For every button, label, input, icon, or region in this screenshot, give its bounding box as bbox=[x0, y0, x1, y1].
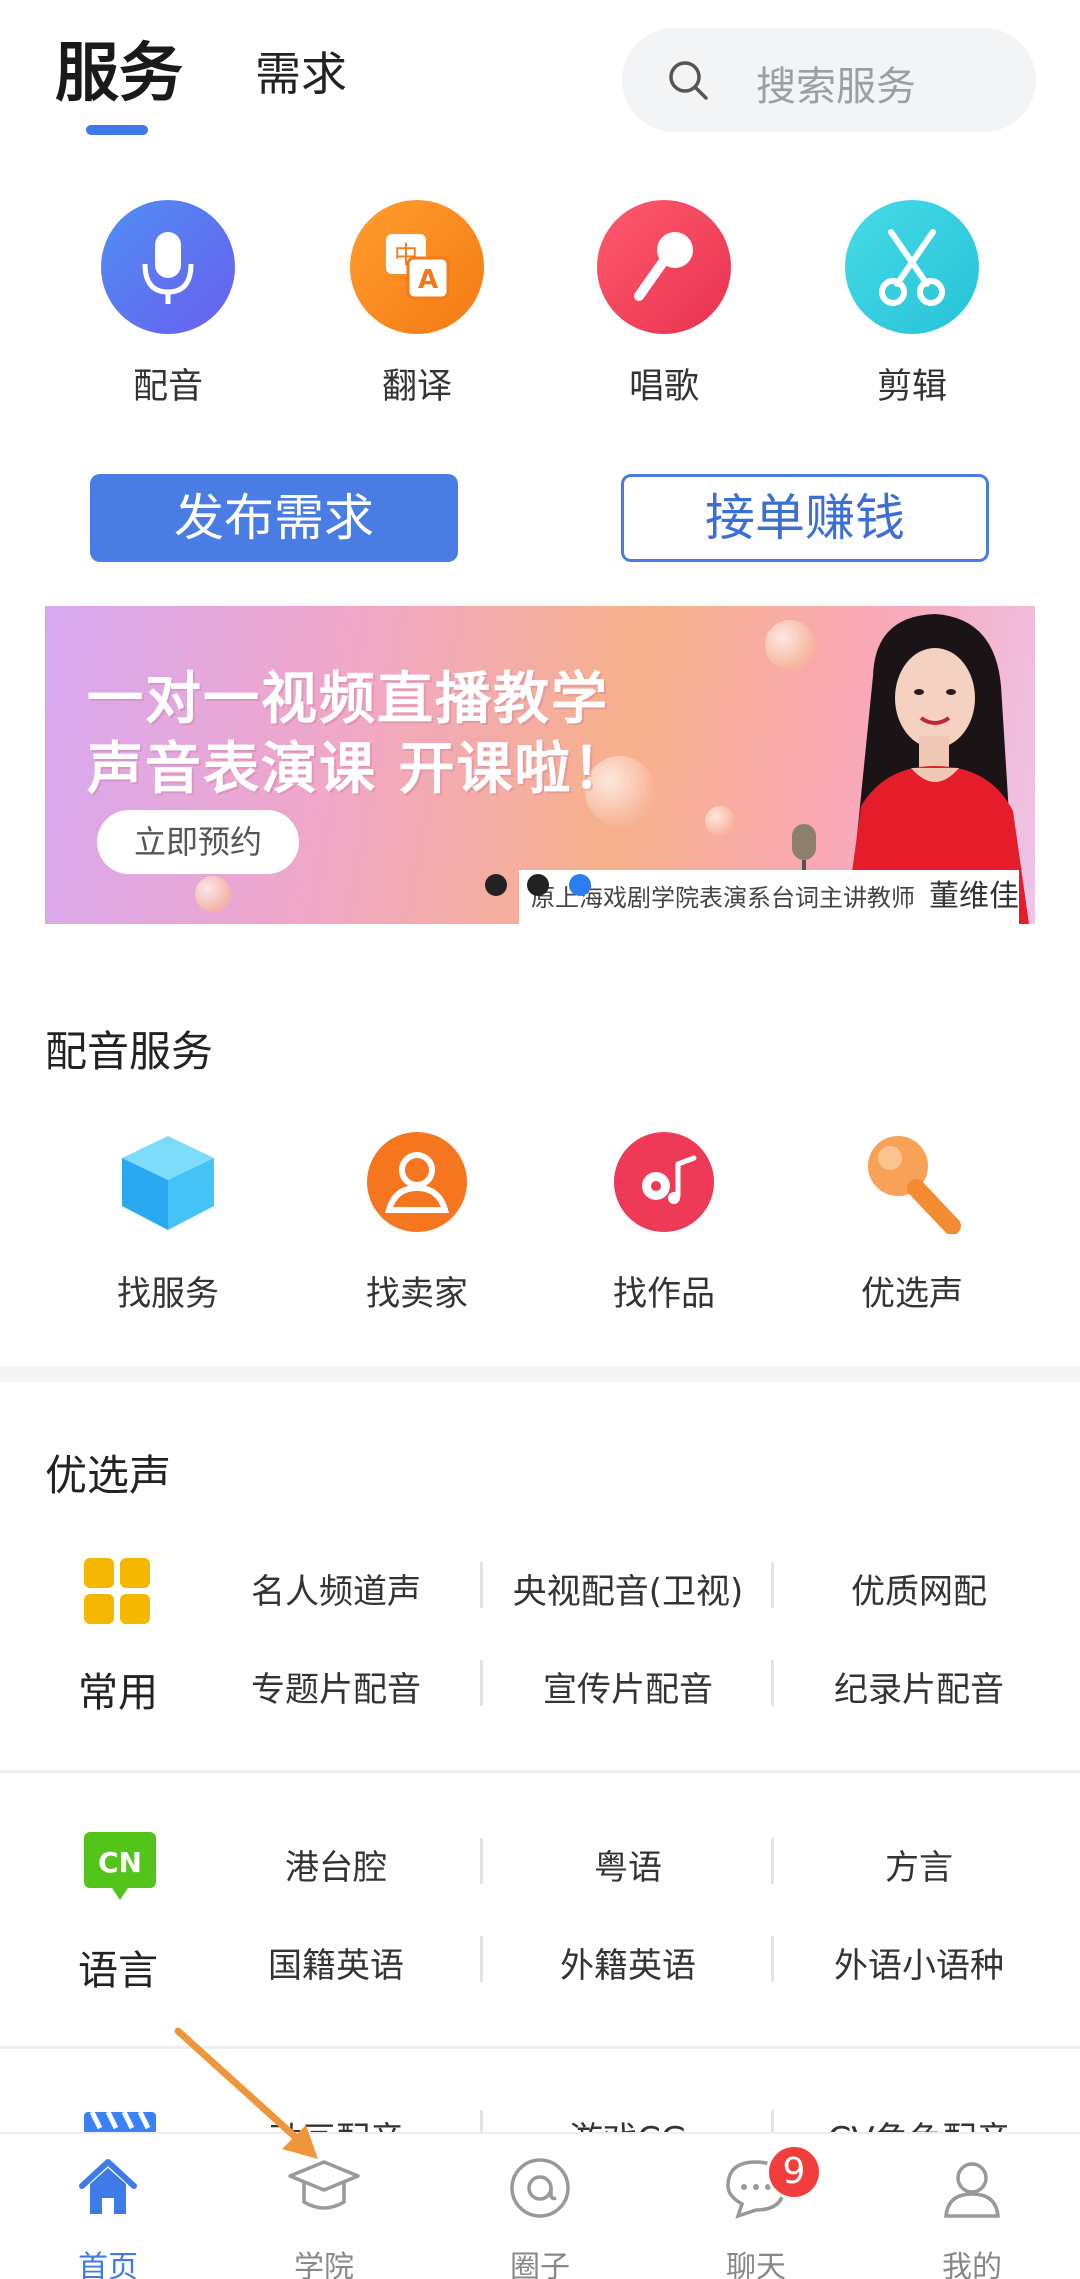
music-disc-icon bbox=[612, 1130, 716, 1234]
voice-tag[interactable]: 央视配音(卫视) bbox=[483, 1564, 773, 1613]
nav-chat[interactable]: 9 聊天 bbox=[648, 2134, 864, 2279]
publish-demand-button[interactable]: 发布需求 bbox=[90, 474, 458, 562]
banner-headline: 一对一视频直播教学 bbox=[87, 667, 609, 732]
voice-tag[interactable]: 外语小语种 bbox=[774, 1938, 1064, 1987]
group-label-language: 语言 bbox=[78, 1948, 158, 1994]
cn-icon: CN bbox=[82, 1830, 158, 1910]
search-bar[interactable]: 搜索服务 bbox=[622, 28, 1036, 132]
translate-icon: 中 A bbox=[350, 200, 484, 334]
carousel-dot[interactable] bbox=[527, 874, 549, 896]
category-singing[interactable]: 唱歌 bbox=[564, 200, 764, 420]
service-preferred-voice[interactable]: 优选声 bbox=[812, 1130, 1012, 1315]
search-icon bbox=[669, 61, 708, 100]
voice-tag[interactable]: 纪录片配音 bbox=[774, 1662, 1064, 1711]
section-divider bbox=[0, 1366, 1080, 1382]
category-label: 剪辑 bbox=[876, 367, 947, 407]
carousel-dot[interactable] bbox=[485, 874, 507, 896]
banner-caption: 原上海戏剧学院表演系台词主讲教师 董维佳 bbox=[519, 870, 1019, 924]
section-title-preferred-voice: 优选声 bbox=[45, 1451, 172, 1500]
category-label: 配音 bbox=[132, 367, 203, 407]
voice-tag[interactable]: 外籍英语 bbox=[483, 1938, 773, 1987]
header: 服务 需求 搜索服务 bbox=[0, 0, 1080, 170]
voice-tag[interactable]: 港台腔 bbox=[191, 1840, 481, 1889]
person-icon bbox=[365, 1130, 469, 1234]
graduation-cap-icon bbox=[288, 2160, 360, 2210]
voice-tag[interactable]: 国籍英语 bbox=[191, 1938, 481, 1987]
svg-text:CN: CN bbox=[98, 1846, 142, 1879]
user-icon bbox=[944, 2162, 1000, 2218]
category-editing[interactable]: 剪辑 bbox=[812, 200, 1012, 420]
take-orders-button[interactable]: 接单赚钱 bbox=[621, 474, 989, 562]
nav-label: 我的 bbox=[942, 2250, 1002, 2279]
grid-icon bbox=[82, 1556, 152, 1630]
voice-tag[interactable]: 宣传片配音 bbox=[483, 1662, 773, 1711]
service-find-works[interactable]: 找作品 bbox=[564, 1130, 764, 1315]
voice-tag[interactable]: 方言 bbox=[774, 1840, 1064, 1889]
annotation-arrow-icon bbox=[174, 2027, 318, 2159]
service-find-seller[interactable]: 找卖家 bbox=[317, 1130, 517, 1315]
tab-active-indicator bbox=[86, 125, 148, 135]
row-divider bbox=[0, 1770, 1080, 1773]
nav-label: 学院 bbox=[294, 2250, 354, 2279]
service-label: 优选声 bbox=[861, 1274, 963, 1314]
carousel-dot-active[interactable] bbox=[569, 874, 591, 896]
scissors-icon bbox=[845, 200, 979, 334]
voice-tag[interactable]: 粤语 bbox=[483, 1840, 773, 1889]
service-find-service[interactable]: 找服务 bbox=[68, 1130, 268, 1315]
section-title-dubbing-service: 配音服务 bbox=[45, 1027, 214, 1076]
nav-circle[interactable]: 圈子 bbox=[432, 2134, 648, 2279]
promo-banner[interactable]: 一对一视频直播教学 声音表演课 开课啦！ 立即预约 原上海戏剧学院表演系台词主讲… bbox=[45, 606, 1035, 924]
search-placeholder: 搜索服务 bbox=[756, 64, 916, 110]
bottom-nav: 首页 学院 圈子 9 聊天 我的 bbox=[0, 2132, 1080, 2279]
karaoke-mic-icon bbox=[597, 200, 731, 334]
service-label: 找作品 bbox=[613, 1274, 715, 1314]
nav-label: 首页 bbox=[78, 2250, 138, 2279]
category-label: 唱歌 bbox=[628, 367, 699, 407]
circle-at-icon bbox=[510, 2158, 570, 2218]
cube-icon bbox=[116, 1130, 220, 1234]
voice-tag[interactable]: 优质网配 bbox=[774, 1564, 1064, 1613]
group-label-common: 常用 bbox=[78, 1670, 158, 1716]
book-now-button[interactable]: 立即预约 bbox=[97, 810, 299, 874]
tab-service[interactable]: 服务 bbox=[55, 22, 183, 114]
microphone-icon bbox=[101, 200, 235, 334]
banner-subheadline: 声音表演课 开课啦！ bbox=[87, 737, 631, 802]
teacher-name: 董维佳 bbox=[929, 879, 1019, 914]
service-label: 找服务 bbox=[117, 1274, 219, 1314]
microphone-icon bbox=[860, 1130, 964, 1235]
nav-label: 聊天 bbox=[726, 2250, 786, 2279]
home-icon bbox=[79, 2159, 137, 2214]
service-label: 找卖家 bbox=[366, 1274, 468, 1314]
category-dubbing[interactable]: 配音 bbox=[68, 200, 268, 420]
nav-mine[interactable]: 我的 bbox=[864, 2134, 1080, 2279]
voice-tag[interactable]: 专题片配音 bbox=[191, 1662, 481, 1711]
nav-label: 圈子 bbox=[510, 2250, 570, 2279]
voice-tag[interactable]: 名人频道声 bbox=[191, 1564, 481, 1613]
svg-text:A: A bbox=[418, 265, 438, 295]
category-label: 翻译 bbox=[381, 367, 452, 407]
unread-badge: 9 bbox=[766, 2144, 822, 2200]
row-divider bbox=[0, 2046, 1080, 2049]
tab-demand[interactable]: 需求 bbox=[255, 38, 347, 104]
category-translate[interactable]: 中 A 翻译 bbox=[317, 200, 517, 420]
